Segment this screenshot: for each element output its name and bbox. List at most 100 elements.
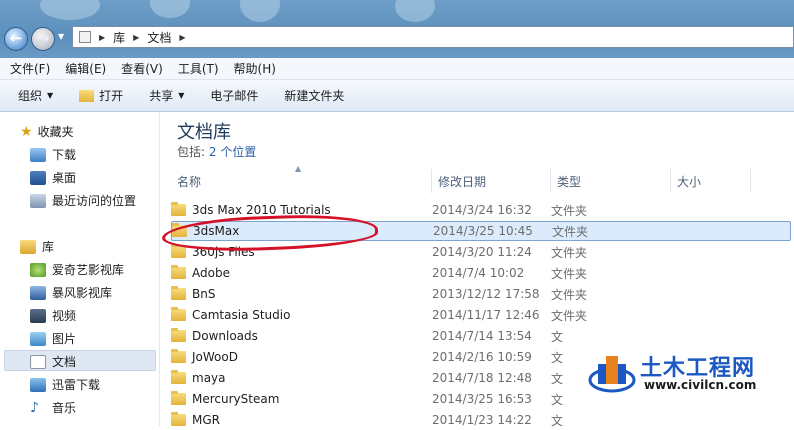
- organize-button[interactable]: 组织 ▼: [18, 87, 53, 104]
- file-row[interactable]: BnS 2013/12/12 17:58 文件夹: [171, 284, 791, 304]
- share-button[interactable]: 共享 ▼: [149, 87, 184, 104]
- library-title: 文档库: [177, 122, 231, 143]
- breadcrumb-item[interactable]: 文档: [147, 29, 171, 46]
- open-button[interactable]: 打开: [79, 87, 123, 104]
- forward-button[interactable]: →: [31, 27, 55, 51]
- folder-icon: [171, 244, 186, 258]
- file-date: 2014/3/25 16:53: [432, 392, 532, 406]
- column-date-label: 修改日期: [438, 174, 487, 189]
- sidebar-item-music[interactable]: ♪ 音乐: [30, 397, 76, 418]
- desktop-icon: [30, 170, 46, 185]
- file-type: 文件夹: [551, 203, 588, 218]
- file-name: BnS: [192, 287, 216, 301]
- background-glow: [240, 0, 280, 22]
- folder-icon: [171, 307, 186, 321]
- background-glow: [395, 0, 435, 22]
- folder-icon: [171, 349, 186, 363]
- file-row[interactable]: Adobe 2014/7/4 10:02 文件夹: [171, 263, 791, 283]
- includes-locations-link[interactable]: 2 个位置: [209, 145, 256, 159]
- sidebar-favorites[interactable]: ★ 收藏夹: [20, 121, 74, 142]
- chevron-right-icon[interactable]: ▶: [99, 33, 105, 42]
- sidebar-item-pictures[interactable]: 图片: [30, 328, 76, 349]
- file-date: 2014/3/25 10:45: [433, 224, 533, 238]
- file-row[interactable]: Downloads 2014/7/14 13:54 文: [171, 326, 791, 346]
- sidebar-item-videos[interactable]: 视频: [30, 305, 76, 326]
- file-row[interactable]: Camtasia Studio 2014/11/17 12:46 文件夹: [171, 305, 791, 325]
- file-type: 文件夹: [551, 287, 588, 302]
- file-date: 2014/11/17 12:46: [432, 308, 540, 322]
- sidebar-item-label: 音乐: [52, 401, 77, 415]
- file-row[interactable]: MGR 2014/1/23 14:22 文: [171, 410, 791, 430]
- sidebar-item-label: 文档: [52, 355, 77, 369]
- column-name-label: 名称: [177, 174, 202, 189]
- file-type: 文件夹: [551, 245, 588, 260]
- chevron-right-icon[interactable]: ▶: [179, 33, 185, 42]
- menu-help[interactable]: 帮助(H): [234, 60, 276, 77]
- back-button[interactable]: ←: [4, 27, 28, 51]
- file-date: 2014/2/16 10:59: [432, 350, 532, 364]
- file-date: 2014/7/18 12:48: [432, 371, 532, 385]
- background-glow: [40, 0, 100, 20]
- file-type: 文件夹: [551, 308, 588, 323]
- sidebar-item-documents[interactable]: 文档: [30, 351, 76, 372]
- breadcrumb-item[interactable]: 库: [113, 29, 125, 46]
- chevron-down-icon: ▼: [47, 91, 54, 100]
- documents-icon: [30, 354, 46, 369]
- open-label: 打开: [99, 89, 124, 103]
- new-folder-button[interactable]: 新建文件夹: [284, 87, 344, 104]
- sidebar-item-label: 爱奇艺影视库: [52, 263, 125, 277]
- star-icon: ★: [20, 123, 33, 140]
- sidebar-item-label: 图片: [52, 332, 77, 346]
- folder-icon: [171, 328, 186, 342]
- email-button[interactable]: 电子邮件: [210, 87, 258, 104]
- video-library-icon: [30, 285, 46, 300]
- library-icon: [79, 31, 91, 43]
- file-name: MGR: [192, 413, 220, 427]
- sidebar-item-thunder[interactable]: 迅雷下载: [30, 374, 100, 395]
- sidebar-item-iqiyi[interactable]: 爱奇艺影视库: [30, 259, 124, 280]
- column-header-size[interactable]: 大小: [671, 169, 751, 193]
- background-glow: [150, 0, 190, 18]
- file-type: 文件夹: [551, 266, 588, 281]
- file-date: 2014/7/14 13:54: [432, 329, 532, 343]
- column-header-date[interactable]: 修改日期: [432, 169, 551, 193]
- navigation-pane: ★ 收藏夹 下载 桌面 最近访问的位置 库 爱奇艺影视库 暴风影视库 视频 图片…: [0, 112, 160, 426]
- menu-bar: 文件(F) 编辑(E) 查看(V) 工具(T) 帮助(H): [0, 58, 794, 80]
- sidebar-item-baofeng[interactable]: 暴风影视库: [30, 282, 112, 303]
- selection-highlight: [4, 350, 156, 371]
- recent-places-icon: [30, 193, 46, 208]
- file-name: maya: [192, 371, 226, 385]
- watermark: 土木工程网 www.civilcn.com: [588, 346, 794, 396]
- library-includes: 包括: 2 个位置: [177, 143, 256, 160]
- sidebar-group-label: 库: [42, 240, 55, 254]
- sidebar-item-desktop[interactable]: 桌面: [30, 167, 76, 188]
- sidebar-item-downloads[interactable]: 下载: [30, 144, 76, 165]
- file-name: Downloads: [192, 329, 258, 343]
- history-dropdown-icon[interactable]: ▼: [58, 32, 64, 41]
- includes-label: 包括:: [177, 145, 206, 159]
- sidebar-item-label: 视频: [52, 309, 77, 323]
- sidebar-item-label: 暴风影视库: [52, 286, 113, 300]
- file-date: 2014/7/4 10:02: [432, 266, 525, 280]
- column-header-type[interactable]: 类型: [551, 169, 671, 193]
- file-type: 文: [551, 329, 564, 344]
- menu-file[interactable]: 文件(F): [10, 60, 50, 77]
- path-box[interactable]: ▶ 库 ▶ 文档 ▶: [72, 26, 794, 48]
- file-date: 2014/3/24 16:32: [432, 203, 532, 217]
- library-icon: [20, 239, 36, 254]
- folder-open-icon: [79, 89, 95, 102]
- watermark-url: www.civilcn.com: [644, 378, 757, 392]
- sidebar-group-label: 收藏夹: [37, 125, 74, 139]
- chevron-right-icon[interactable]: ▶: [133, 33, 139, 42]
- sidebar-item-label: 桌面: [52, 171, 77, 185]
- file-name: Adobe: [192, 266, 230, 280]
- file-type: 文件夹: [552, 224, 589, 239]
- sidebar-item-recent[interactable]: 最近访问的位置: [30, 190, 136, 211]
- menu-view[interactable]: 查看(V): [121, 60, 163, 77]
- column-header-name[interactable]: 名称: [171, 169, 432, 193]
- menu-tools[interactable]: 工具(T): [178, 60, 219, 77]
- sidebar-libraries[interactable]: 库: [20, 236, 54, 257]
- address-bar-area: ← → ▼ ▶ 库 ▶ 文档 ▶: [0, 0, 794, 58]
- menu-edit[interactable]: 编辑(E): [65, 60, 106, 77]
- folder-icon: [171, 370, 186, 384]
